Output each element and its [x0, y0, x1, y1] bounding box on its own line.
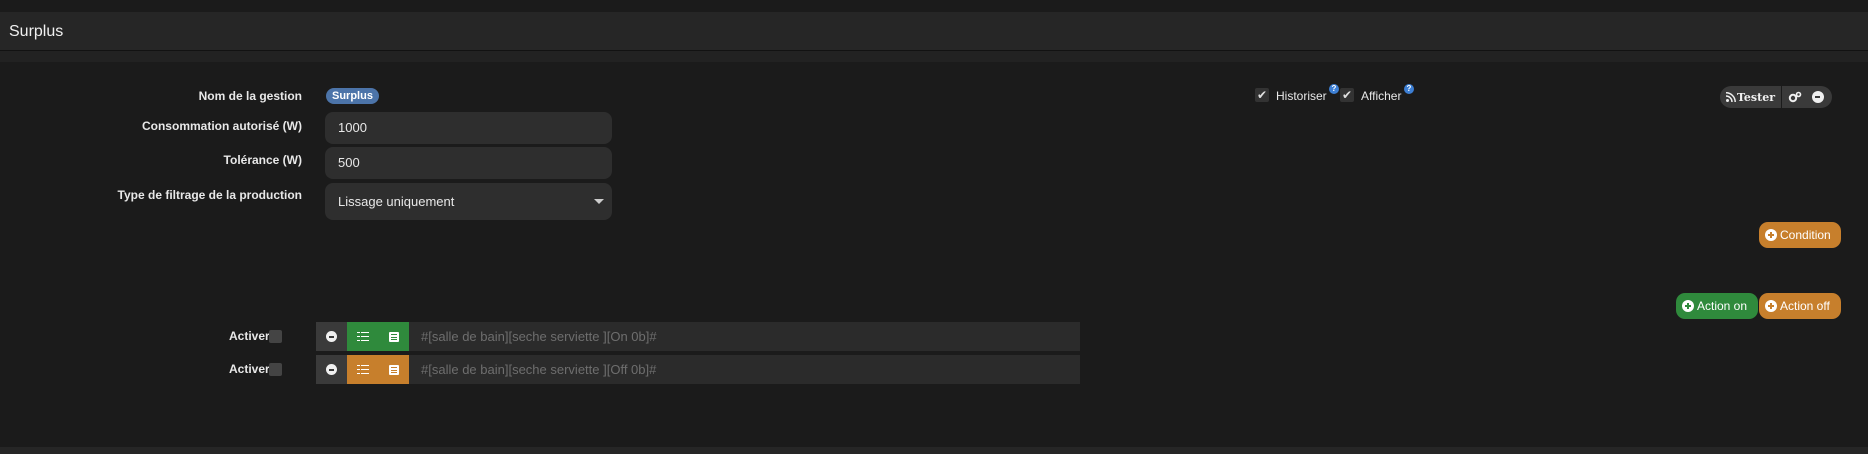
select-command-button[interactable]	[347, 355, 378, 384]
historiser-label: Historiser	[1276, 89, 1327, 103]
activate-checkbox[interactable]	[269, 330, 282, 343]
action-row: #[salle de bain][seche serviette ][On 0b…	[316, 322, 1080, 351]
minus-circle-icon	[1812, 91, 1824, 103]
bottom-bar	[0, 447, 1868, 454]
panel-subbar	[0, 51, 1868, 62]
filter-select-value: Lissage uniquement	[338, 194, 455, 209]
tolerance-input[interactable]: 500	[325, 147, 612, 179]
test-button[interactable]: Tester	[1720, 86, 1781, 108]
filter-label: Type de filtrage de la production	[117, 188, 302, 202]
panel-title: Surplus	[9, 23, 64, 40]
activate-checkbox[interactable]	[269, 363, 282, 376]
command-options-button[interactable]	[378, 355, 409, 384]
rss-icon	[1726, 92, 1736, 102]
cogs-icon	[1788, 91, 1802, 103]
remove-action-button[interactable]	[316, 355, 347, 384]
filter-select[interactable]: Lissage uniquement	[325, 183, 612, 220]
top-strip	[0, 0, 1868, 12]
consumption-label: Consommation autorisé (W)	[141, 119, 302, 133]
test-label: Tester	[1737, 90, 1775, 104]
plus-circle-icon	[1765, 229, 1777, 241]
afficher-checkbox[interactable]: ✔	[1340, 88, 1354, 102]
command-options-button[interactable]	[378, 322, 409, 351]
name-badge[interactable]: Surplus	[326, 88, 379, 104]
form-icon	[388, 364, 399, 375]
remove-button[interactable]	[1808, 86, 1828, 108]
action-row: #[salle de bain][seche serviette ][Off 0…	[316, 355, 1080, 384]
activate-label: Activer	[229, 362, 270, 376]
historiser-checkbox[interactable]: ✔	[1255, 88, 1269, 102]
settings-button[interactable]	[1782, 86, 1808, 108]
command-field[interactable]: #[salle de bain][seche serviette ][On 0b…	[409, 322, 1080, 351]
action-on-label: Action on	[1697, 299, 1748, 313]
list-check-icon	[356, 364, 369, 375]
minus-circle-icon	[326, 331, 337, 342]
select-command-button[interactable]	[347, 322, 378, 351]
add-action-off-button[interactable]: Action off	[1759, 293, 1841, 319]
plus-circle-icon	[1682, 300, 1694, 312]
minus-circle-icon	[326, 364, 337, 375]
tolerance-label: Tolérance (W)	[223, 153, 302, 167]
panel-header: Surplus	[0, 12, 1868, 51]
list-check-icon	[356, 331, 369, 342]
afficher-label: Afficher	[1361, 89, 1402, 103]
tool-group: Tester	[1720, 86, 1832, 108]
remove-action-button[interactable]	[316, 322, 347, 351]
afficher-help-icon[interactable]: ?	[1404, 84, 1414, 94]
add-action-on-button[interactable]: Action on	[1676, 293, 1758, 319]
chevron-down-icon	[594, 199, 604, 204]
condition-label: Condition	[1780, 228, 1831, 242]
name-label: Nom de la gestion	[198, 89, 302, 103]
activate-label: Activer	[229, 329, 270, 343]
command-field[interactable]: #[salle de bain][seche serviette ][Off 0…	[409, 355, 1080, 384]
action-off-label: Action off	[1780, 299, 1830, 313]
plus-circle-icon	[1765, 300, 1777, 312]
form-icon	[388, 331, 399, 342]
consumption-input[interactable]: 1000	[325, 112, 612, 144]
add-condition-button[interactable]: Condition	[1759, 222, 1841, 248]
historiser-help-icon[interactable]: ?	[1329, 84, 1339, 94]
